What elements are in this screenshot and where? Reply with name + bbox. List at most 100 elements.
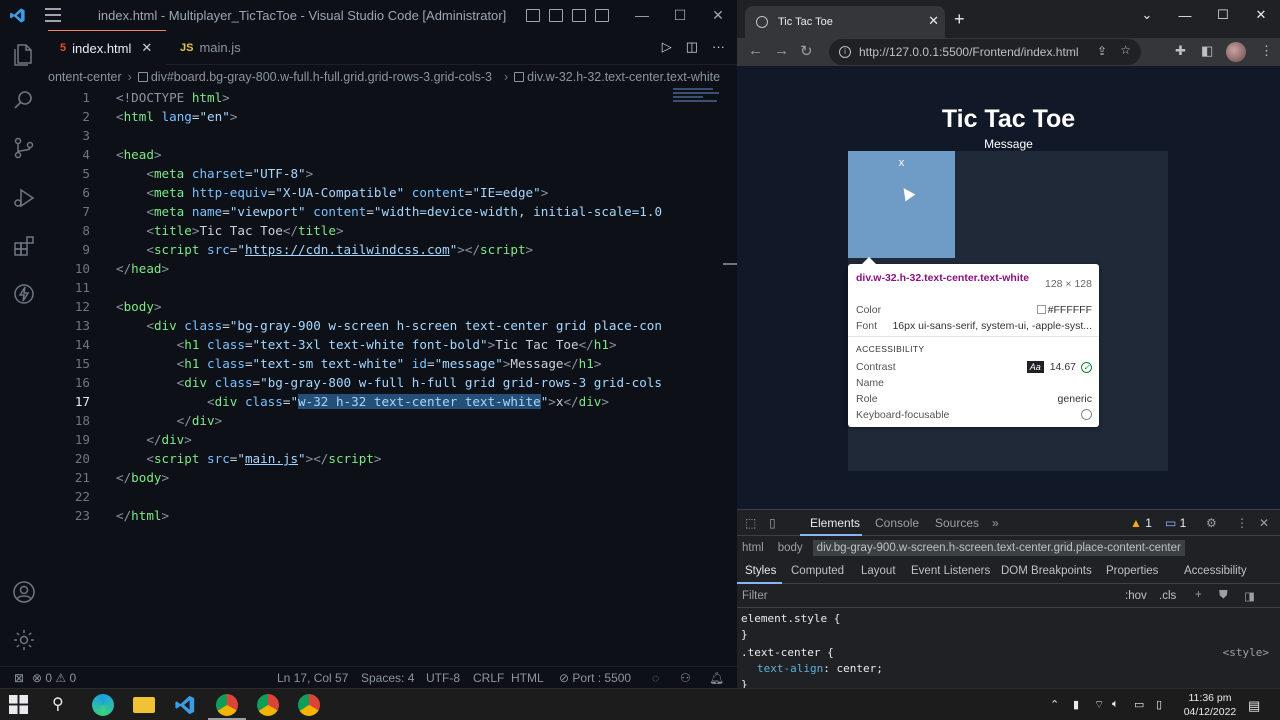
- close-tab-icon[interactable]: ✕: [928, 13, 939, 29]
- close-devtools-icon[interactable]: ✕: [1259, 516, 1269, 530]
- search-icon[interactable]: [12, 88, 36, 112]
- side-panel-icon[interactable]: ◧: [1201, 43, 1213, 59]
- browser-menu-icon[interactable]: ⋮: [1260, 43, 1273, 59]
- problems-indicator[interactable]: ⊗ 0 ⚠ 0: [32, 671, 76, 685]
- class-toggle[interactable]: .cls: [1159, 590, 1176, 602]
- notifications-bell-icon[interactable]: 🔔︎: [709, 671, 724, 685]
- device-toolbar-icon[interactable]: ▯: [769, 516, 776, 530]
- reload-icon[interactable]: ↻: [800, 42, 813, 60]
- language-mode[interactable]: HTML: [511, 671, 544, 685]
- vscode-taskbar-icon[interactable]: [174, 694, 196, 716]
- edge-browser-icon[interactable]: [92, 694, 114, 716]
- tab-console[interactable]: Console: [875, 516, 919, 530]
- tab-sources[interactable]: Sources: [935, 516, 979, 530]
- add-rule-icon[interactable]: +: [1195, 589, 1202, 601]
- chrome-icon[interactable]: [257, 694, 279, 716]
- close-tab-icon[interactable]: ✕: [141, 40, 152, 56]
- maximize-button[interactable]: ☐: [661, 0, 699, 30]
- forward-icon[interactable]: →: [774, 42, 789, 59]
- live-share-icon[interactable]: [12, 282, 36, 306]
- taskbar-clock[interactable]: 11:36 pm 04/12/2022: [1180, 691, 1240, 719]
- chrome-icon[interactable]: [298, 694, 320, 716]
- extensions-icon[interactable]: [12, 234, 36, 258]
- close-button[interactable]: ✕: [699, 0, 737, 30]
- feedback-icon[interactable]: ⚇: [680, 671, 691, 685]
- messages-badge[interactable]: ▭ 1: [1165, 516, 1186, 530]
- filter-input[interactable]: Filter: [742, 590, 768, 602]
- close-button[interactable]: ✕: [1242, 0, 1280, 30]
- settings-gear-icon[interactable]: ⚙: [1206, 516, 1217, 530]
- accounts-icon[interactable]: [12, 580, 36, 604]
- css-property[interactable]: text-align: [757, 662, 823, 675]
- notifications-icon[interactable]: ▤: [1248, 698, 1260, 714]
- dom-crumb-selected[interactable]: div.bg-gray-900.w-screen.h-screen.text-c…: [812, 540, 1185, 556]
- inspect-element-icon[interactable]: ⬚: [745, 516, 756, 530]
- back-icon[interactable]: ←: [748, 42, 763, 59]
- css-value[interactable]: center;: [836, 662, 882, 675]
- scrollbar[interactable]: [723, 263, 737, 265]
- avatar[interactable]: [1226, 42, 1246, 62]
- run-debug-icon[interactable]: [12, 186, 36, 210]
- new-tab-button[interactable]: +: [954, 9, 965, 30]
- settings-gear-icon[interactable]: [12, 628, 36, 652]
- subtab-event-listeners[interactable]: Event Listeners: [911, 565, 990, 577]
- split-editor-icon[interactable]: ◫: [686, 39, 698, 55]
- wifi-icon[interactable]: ⌔: [1094, 698, 1104, 712]
- breadcrumb-item[interactable]: div#board.bg-gray-800.w-full.h-full.grid…: [137, 70, 498, 84]
- maximize-button[interactable]: ☐: [1204, 0, 1242, 30]
- input-method-icon[interactable]: ▯: [1156, 698, 1162, 711]
- subtab-layout[interactable]: Layout: [861, 565, 896, 577]
- end-of-line[interactable]: CRLF: [473, 671, 504, 685]
- subtab-styles[interactable]: Styles: [745, 565, 776, 577]
- volume-icon[interactable]: 🔈︎: [1112, 698, 1119, 711]
- tab-index-html[interactable]: 5 index.html ✕: [48, 30, 166, 65]
- subtab-accessibility[interactable]: Accessibility: [1184, 565, 1247, 577]
- breadcrumb-item[interactable]: ontent-center: [48, 70, 122, 84]
- tab-search-icon[interactable]: ⌄: [1128, 0, 1166, 30]
- address-bar[interactable]: i http://127.0.0.1:5500/Frontend/index.h…: [829, 39, 1141, 65]
- extensions-puzzle-icon[interactable]: ✚: [1175, 43, 1186, 59]
- more-tabs-icon[interactable]: »: [992, 516, 999, 530]
- dom-crumb[interactable]: html: [742, 542, 764, 554]
- file-explorer-icon[interactable]: [133, 697, 155, 713]
- usb-icon[interactable]: ▮: [1073, 698, 1079, 711]
- cursor-position[interactable]: Ln 17, Col 57: [277, 671, 348, 685]
- share-icon[interactable]: ⇪: [1097, 44, 1107, 58]
- hamburger-menu-icon[interactable]: [45, 8, 61, 22]
- minimize-button[interactable]: —: [1166, 0, 1204, 30]
- hover-state-toggle[interactable]: :hov: [1125, 590, 1147, 602]
- toggle-secondary-sidebar-icon[interactable]: [572, 8, 586, 22]
- more-actions-icon[interactable]: ···: [712, 39, 725, 55]
- tab-elements[interactable]: Elements: [810, 516, 860, 530]
- battery-icon[interactable]: ▭: [1134, 698, 1144, 711]
- paint-icon[interactable]: ⛊: [1219, 589, 1228, 602]
- chevron-up-icon[interactable]: ⌃: [1050, 698, 1059, 711]
- live-server-port[interactable]: ⊘ Port : 5500: [559, 671, 631, 685]
- css-rule-source[interactable]: <style>: [1223, 645, 1269, 661]
- toggle-sidebar-icon[interactable]: ◨: [1244, 589, 1255, 603]
- explorer-icon[interactable]: [12, 42, 36, 66]
- breadcrumb-item[interactable]: div.w-32.h-32.text-center.text-white: [514, 70, 726, 84]
- run-icon[interactable]: ▷: [662, 39, 672, 55]
- browser-tab[interactable]: Tic Tac Toe ✕: [745, 6, 945, 38]
- toggle-panel-icon[interactable]: [549, 8, 563, 22]
- warnings-badge[interactable]: ▲ 1: [1130, 516, 1152, 530]
- subtab-computed[interactable]: Computed: [791, 565, 844, 577]
- windows-start-icon[interactable]: [9, 695, 28, 714]
- toggle-sidebar-icon[interactable]: [526, 8, 540, 22]
- board-cell-highlighted[interactable]: x: [848, 151, 955, 258]
- subtab-dom-breakpoints[interactable]: DOM Breakpoints: [1001, 565, 1092, 577]
- indentation[interactable]: Spaces: 4: [361, 671, 414, 685]
- subtab-properties[interactable]: Properties: [1106, 565, 1158, 577]
- encoding[interactable]: UTF-8: [426, 671, 460, 685]
- source-control-icon[interactable]: [12, 136, 36, 160]
- customize-layout-icon[interactable]: [595, 8, 609, 22]
- search-icon[interactable]: ⚲: [52, 694, 74, 716]
- code-editor[interactable]: 1 <!DOCTYPE html> 2 <html lang="en"> 3 4 <h…: [48, 88, 723, 658]
- minimize-button[interactable]: —: [623, 0, 661, 30]
- chrome-icon[interactable]: [216, 694, 238, 716]
- tab-main-js[interactable]: JS main.js: [166, 30, 276, 65]
- site-info-icon[interactable]: i: [839, 46, 851, 58]
- more-options-icon[interactable]: ⋮: [1236, 516, 1248, 530]
- remote-icon[interactable]: ⊠: [14, 671, 24, 685]
